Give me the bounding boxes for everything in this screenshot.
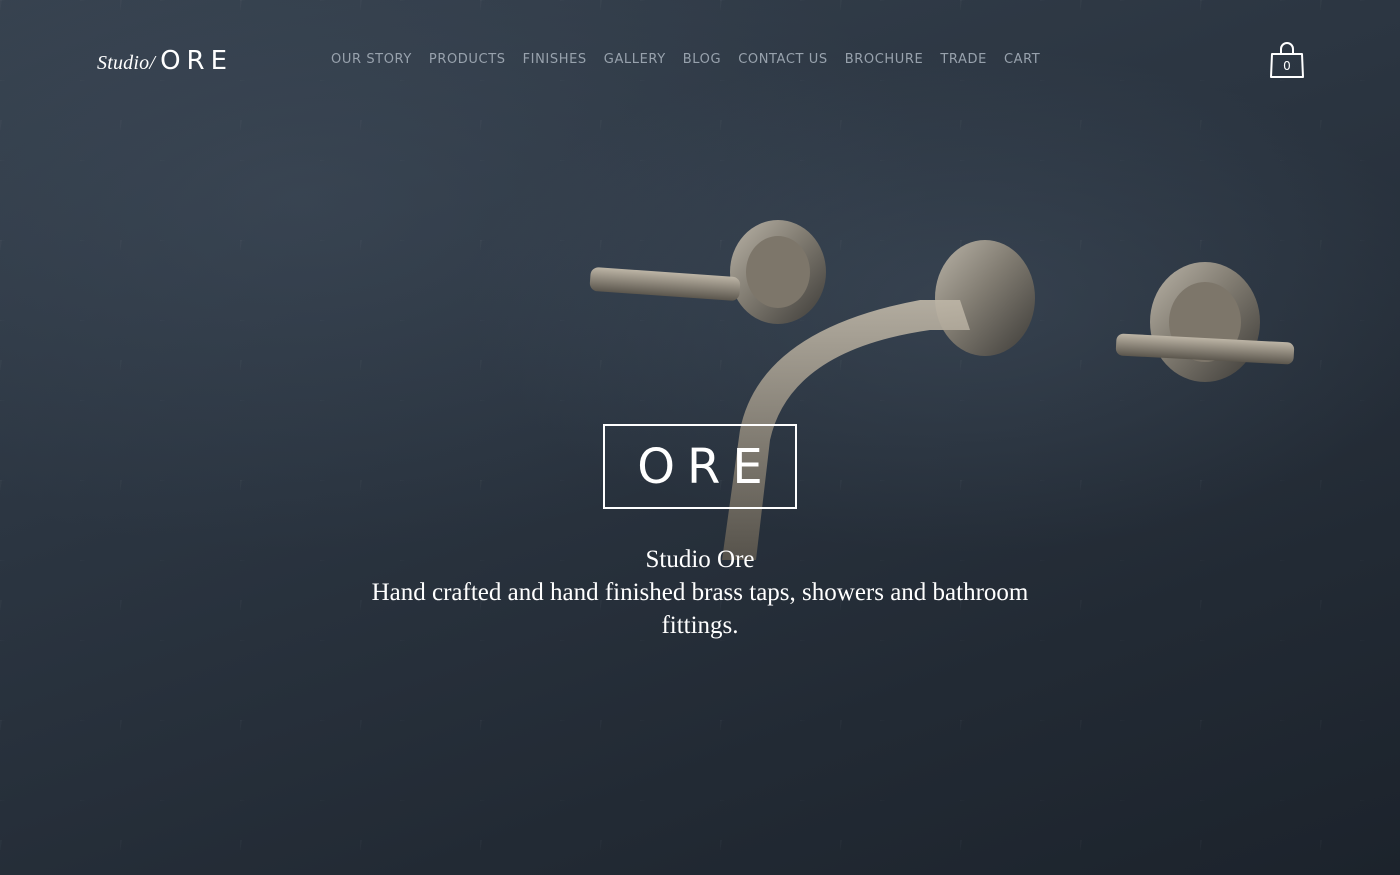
hero-tagline: Studio Ore Hand crafted and hand finishe… xyxy=(300,543,1100,642)
nav-contact-us[interactable]: CONTACT US xyxy=(738,52,828,67)
main-nav: OUR STORY PRODUCTS FINISHES GALLERY BLOG… xyxy=(331,52,1040,67)
nav-brochure[interactable]: BROCHURE xyxy=(845,52,924,67)
logo-mark-text: ORE xyxy=(160,46,234,76)
hero-description: Hand crafted and hand finished brass tap… xyxy=(371,579,1029,639)
hero-logo-text: ORE xyxy=(637,438,775,495)
nav-our-story[interactable]: OUR STORY xyxy=(331,52,412,67)
nav-trade[interactable]: TRADE xyxy=(940,52,987,67)
hero-logo-box: ORE xyxy=(603,424,797,509)
nav-gallery[interactable]: GALLERY xyxy=(604,52,666,67)
site-logo[interactable]: Studio/ ORE xyxy=(97,46,233,76)
nav-finishes[interactable]: FINISHES xyxy=(523,52,587,67)
cart-count-badge: 0 xyxy=(1283,59,1291,73)
nav-products[interactable]: PRODUCTS xyxy=(429,52,506,67)
nav-cart[interactable]: CART xyxy=(1004,52,1040,67)
hero-title: Studio Ore xyxy=(645,546,755,573)
logo-script-text: Studio/ xyxy=(97,52,156,74)
cart-button[interactable]: 0 xyxy=(1269,40,1305,80)
nav-blog[interactable]: BLOG xyxy=(683,52,721,67)
